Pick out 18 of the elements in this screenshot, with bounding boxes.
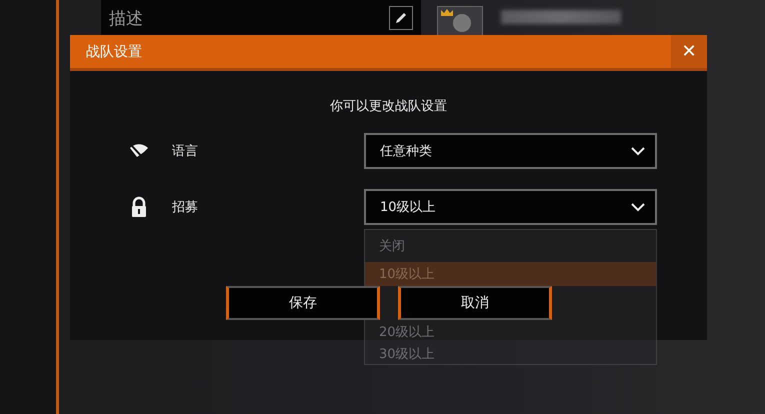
panel-title: 描述 <box>109 8 143 30</box>
subtitle: 你可以更改战队设置 <box>329 98 448 115</box>
chevron-icon <box>631 202 645 212</box>
dropdown-option[interactable]: 10级以上 <box>365 262 656 286</box>
dropdown-option[interactable]: 30级以上 <box>365 343 656 365</box>
dropdown-option[interactable]: 20级以上 <box>365 321 656 343</box>
select-field[interactable]: 任意种类 <box>364 133 657 169</box>
chevron-icon <box>631 146 645 156</box>
select-field[interactable]: 10级以上 <box>364 189 657 225</box>
field-label: 招募 <box>172 199 199 216</box>
dialog-title: 战队设置 <box>86 42 142 60</box>
dialog-button[interactable]: 保存 <box>226 286 380 320</box>
edit-button[interactable] <box>389 6 413 30</box>
close-button[interactable]: ✕ <box>671 35 707 68</box>
field-label: 语言 <box>172 143 199 160</box>
dialog-button[interactable]: 取消 <box>398 286 552 320</box>
pencil-icon <box>394 11 408 25</box>
dropdown-option[interactable]: 关闭 <box>365 230 656 262</box>
